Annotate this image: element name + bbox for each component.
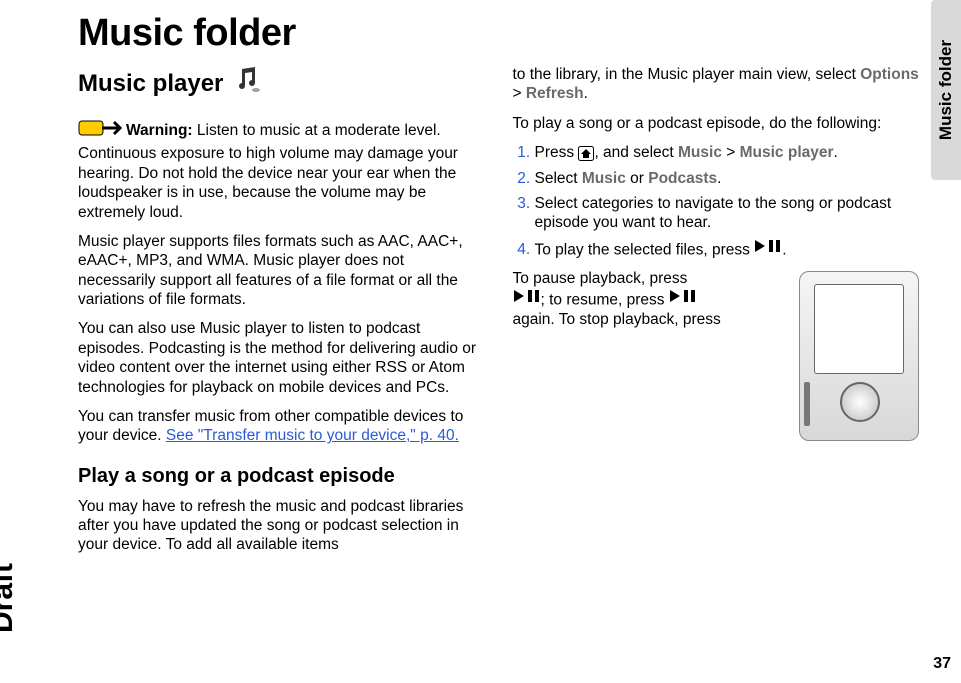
pause-text-b: ; to resume, press xyxy=(541,291,669,308)
pause-text-c: again. To stop playback, press xyxy=(513,311,721,328)
step2-text-a: Select xyxy=(535,170,582,187)
draft-watermark: Draft xyxy=(0,563,20,633)
step1-text-b: , and select xyxy=(594,144,678,161)
steps-list: Press , and select Music > Music player.… xyxy=(513,143,920,259)
menu-music-player: Music player xyxy=(740,144,834,161)
step-4: To play the selected files, press . xyxy=(535,239,920,260)
play-pause-icon-3 xyxy=(669,289,697,308)
page-title: Music folder xyxy=(78,12,919,55)
step-2: Select Music or Podcasts. xyxy=(535,169,920,188)
para-play-intro: To play a song or a podcast episode, do … xyxy=(513,114,920,133)
step1-text-a: Press xyxy=(535,144,579,161)
step-3: Select categories to navigate to the son… xyxy=(535,194,920,233)
warning-icon xyxy=(78,117,122,144)
right-column: to the library, in the Music player main… xyxy=(513,65,920,565)
section-heading-text: Music player xyxy=(78,69,223,99)
step2-end: . xyxy=(717,170,721,187)
home-key-icon xyxy=(578,146,594,161)
warning-paragraph: Warning: Listen to music at a moderate l… xyxy=(78,117,485,222)
menu-music-2: Music xyxy=(582,170,626,187)
play-pause-icon-2 xyxy=(513,289,541,308)
para-transfer: You can transfer music from other compat… xyxy=(78,407,485,446)
warning-label: Warning: xyxy=(126,122,193,139)
side-tab: Music folder xyxy=(931,0,961,180)
step2-or: or xyxy=(626,170,648,187)
step4-text-a: To play the selected files, press xyxy=(535,241,755,258)
sep-gt-2: > xyxy=(722,144,740,161)
menu-options: Options xyxy=(860,66,919,83)
para-refresh: You may have to refresh the music and po… xyxy=(78,497,485,555)
menu-refresh: Refresh xyxy=(526,85,584,102)
para-refresh-cont: to the library, in the Music player main… xyxy=(513,65,920,104)
device-side-buttons xyxy=(804,382,810,426)
step1-end: . xyxy=(834,144,838,161)
step4-end: . xyxy=(782,241,786,258)
device-button xyxy=(840,382,880,422)
play-pause-icon xyxy=(754,239,782,258)
refresh-cont-end: . xyxy=(584,85,588,102)
para-formats: Music player supports files formats such… xyxy=(78,232,485,310)
step-1: Press , and select Music > Music player. xyxy=(535,143,920,162)
section-heading-music-player: Music player xyxy=(78,65,485,103)
device-screen xyxy=(814,284,904,374)
left-column: Music player Warning: Listen to music at… xyxy=(78,65,485,565)
page-number: 37 xyxy=(933,655,951,673)
music-note-icon xyxy=(231,65,261,103)
para-podcast: You can also use Music player to listen … xyxy=(78,319,485,397)
subsection-heading: Play a song or a podcast episode xyxy=(78,464,485,489)
device-illustration xyxy=(799,271,919,441)
menu-music-1: Music xyxy=(678,144,722,161)
pause-block: To pause playback, press ; to resume, pr… xyxy=(513,269,920,329)
pause-text-a: To pause playback, press xyxy=(513,270,688,287)
link-transfer-music[interactable]: See "Transfer music to your device," p. … xyxy=(166,427,459,444)
side-tab-label: Music folder xyxy=(936,40,956,140)
sep-gt-1: > xyxy=(513,85,526,102)
refresh-cont-text: to the library, in the Music player main… xyxy=(513,66,861,83)
menu-podcasts: Podcasts xyxy=(648,170,717,187)
